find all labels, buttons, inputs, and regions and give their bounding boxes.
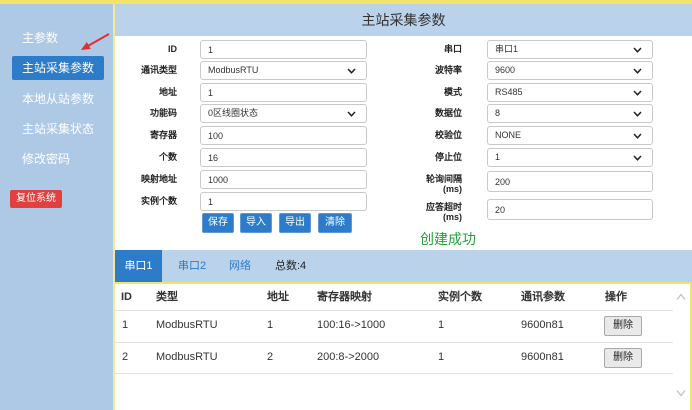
register-label: 寄存器 <box>149 130 177 140</box>
count-input[interactable] <box>200 148 367 167</box>
parity-value: NONE <box>495 130 522 140</box>
cell-comm-params: 9600n81 <box>521 319 564 331</box>
baud-rate-value: 9600 <box>495 65 516 75</box>
mode-label: 模式 <box>443 87 462 97</box>
data-bits-select[interactable]: 8 <box>487 104 653 123</box>
serial-port-label: 串口 <box>443 44 462 54</box>
row-divider <box>115 342 673 343</box>
sidebar-divider <box>113 4 115 410</box>
response-timeout-label: 应答超时 (ms) <box>402 202 462 222</box>
column-header-id: ID <box>121 291 132 303</box>
response-timeout-unit: (ms) <box>442 212 462 222</box>
column-header-action: 操作 <box>605 291 627 303</box>
tab-serial-2[interactable]: 串口2 <box>178 250 206 282</box>
data-bits-label: 数据位 <box>434 108 462 118</box>
cell-address: 1 <box>267 319 274 331</box>
column-header-register-map: 寄存器映射 <box>317 291 372 303</box>
sidebar-item-master-collect-params[interactable]: 主站采集参数 <box>12 56 104 80</box>
cell-register-map: 200:8->2000 <box>317 351 380 363</box>
instance-count-input[interactable] <box>200 192 367 211</box>
response-timeout-input[interactable] <box>487 199 653 220</box>
chevron-down-icon <box>633 90 642 96</box>
sidebar-item-main-params[interactable]: 主参数 <box>22 28 58 48</box>
stop-bits-label: 停止位 <box>434 152 462 162</box>
sidebar-item-local-slave-params[interactable]: 本地从站参数 <box>22 89 94 109</box>
reset-system-button[interactable]: 复位系统 <box>10 190 62 208</box>
cell-comm-params: 9600n81 <box>521 351 564 363</box>
stop-bits-value: 1 <box>495 152 501 162</box>
chevron-down-icon <box>347 68 356 74</box>
column-header-instances: 实例个数 <box>438 291 482 303</box>
row-divider <box>115 310 673 311</box>
cell-id: 1 <box>122 319 129 331</box>
save-button[interactable]: 保存 <box>202 213 234 233</box>
comm-type-label: 通讯类型 <box>140 65 177 75</box>
data-bits-value: 8 <box>495 108 501 118</box>
chevron-down-icon <box>633 68 642 74</box>
parity-select[interactable]: NONE <box>487 126 653 145</box>
poll-interval-input[interactable] <box>487 171 653 192</box>
mode-value: RS485 <box>495 87 523 97</box>
row-divider <box>115 373 673 374</box>
count-label: 个数 <box>158 152 177 162</box>
function-code-label: 功能码 <box>149 108 177 118</box>
tab-network[interactable]: 网络 <box>229 250 251 282</box>
mode-select[interactable]: RS485 <box>487 83 653 102</box>
table-top-border <box>115 282 692 284</box>
baud-rate-label: 波特率 <box>434 65 462 75</box>
chevron-down-icon <box>633 47 642 53</box>
poll-interval-label: 轮询间隔 (ms) <box>402 174 462 194</box>
serial-port-select[interactable]: 串口1 <box>487 40 653 59</box>
id-label: ID <box>168 44 177 54</box>
register-input[interactable] <box>200 126 367 145</box>
clear-button[interactable]: 清除 <box>318 213 352 233</box>
comm-type-value: ModbusRTU <box>208 65 259 75</box>
map-address-input[interactable] <box>200 170 367 189</box>
chevron-down-icon[interactable] <box>676 389 686 397</box>
page-title: 主站采集参数 <box>361 12 446 28</box>
cell-type: ModbusRTU <box>156 351 218 363</box>
response-timeout-label-text: 应答超时 <box>425 202 462 212</box>
column-header-comm-params: 通讯参数 <box>521 291 565 303</box>
cell-instances: 1 <box>438 319 445 331</box>
cell-address: 2 <box>267 351 274 363</box>
parity-label: 校验位 <box>434 130 462 140</box>
address-input[interactable] <box>200 83 367 102</box>
id-input[interactable] <box>200 40 367 59</box>
delete-button[interactable]: 删除 <box>604 348 642 368</box>
cell-instances: 1 <box>438 351 445 363</box>
delete-button[interactable]: 删除 <box>604 316 642 336</box>
map-address-label: 映射地址 <box>140 174 177 184</box>
baud-rate-select[interactable]: 9600 <box>487 61 653 80</box>
tab-serial-1[interactable]: 串口1 <box>115 250 162 282</box>
instance-count-label: 实例个数 <box>140 196 177 206</box>
chevron-down-icon <box>633 133 642 139</box>
total-count: 总数:4 <box>275 260 307 272</box>
column-header-address: 地址 <box>267 291 289 303</box>
red-arrow-icon <box>81 33 110 50</box>
function-code-select[interactable]: 0区线圈状态 <box>200 104 367 123</box>
sidebar-item-change-password[interactable]: 修改密码 <box>22 149 70 169</box>
stop-bits-select[interactable]: 1 <box>487 148 653 167</box>
chevron-down-icon <box>633 111 642 117</box>
column-header-type: 类型 <box>156 291 178 303</box>
export-button[interactable]: 导出 <box>279 213 311 233</box>
comm-type-select[interactable]: ModbusRTU <box>200 61 367 80</box>
status-message: 创建成功 <box>420 231 476 247</box>
sidebar-item-master-collect-status[interactable]: 主站采集状态 <box>22 119 94 139</box>
cell-id: 2 <box>122 351 129 363</box>
function-code-value: 0区线圈状态 <box>208 108 259 118</box>
import-button[interactable]: 导入 <box>240 213 272 233</box>
address-label: 地址 <box>158 87 177 97</box>
cell-type: ModbusRTU <box>156 319 218 331</box>
chevron-down-icon <box>347 111 356 117</box>
chevron-down-icon <box>633 155 642 161</box>
cell-register-map: 100:16->1000 <box>317 319 386 331</box>
poll-interval-label-text: 轮询间隔 <box>425 174 462 184</box>
chevron-up-icon[interactable] <box>676 293 686 301</box>
serial-port-value: 串口1 <box>495 44 519 54</box>
poll-interval-unit: (ms) <box>442 184 462 194</box>
